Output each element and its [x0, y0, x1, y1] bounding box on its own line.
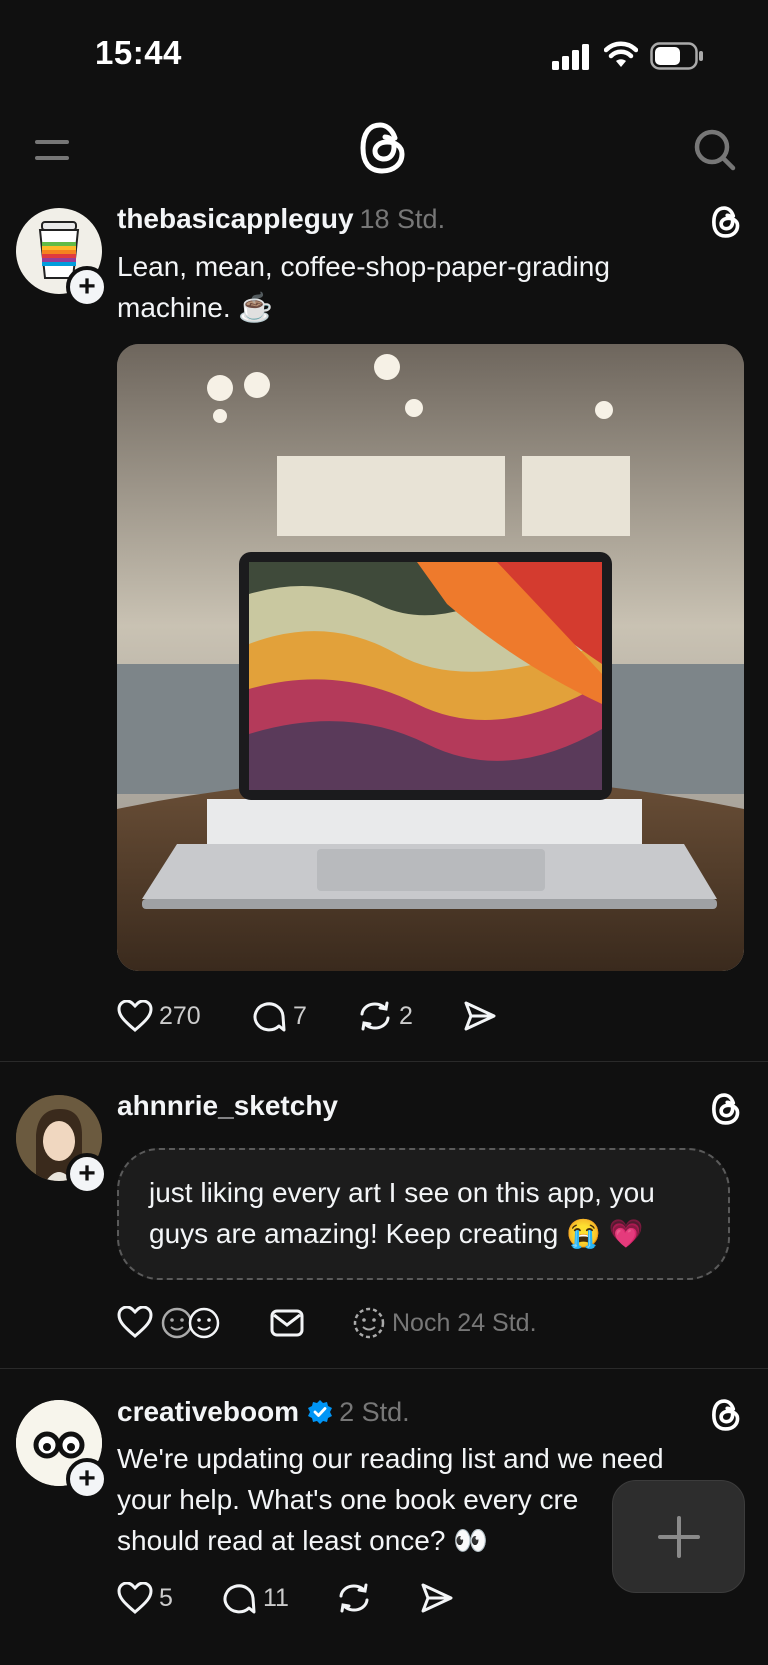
username[interactable]: ahnnrie_sketchy [117, 1090, 338, 1122]
like-button[interactable]: 270 [117, 1000, 201, 1032]
expiry-text: Noch 24 Std. [392, 1308, 537, 1337]
share-button[interactable] [420, 1582, 454, 1614]
send-icon [421, 1583, 453, 1613]
repost-button[interactable]: 2 [357, 1000, 413, 1032]
username[interactable]: creativeboom [117, 1396, 299, 1428]
avatar[interactable]: + [16, 1095, 108, 1195]
threads-icon[interactable] [710, 205, 742, 239]
repost-button[interactable] [336, 1582, 372, 1614]
comment-icon [253, 1002, 286, 1032]
post-time: 18 Std. [359, 204, 446, 234]
divider [0, 1061, 768, 1062]
verified-badge-icon [307, 1399, 333, 1425]
post-header: thebasicappleguy 18 Std. [117, 203, 445, 235]
battery-icon [650, 42, 704, 70]
compose-button[interactable] [612, 1480, 745, 1593]
note-expiry: Noch 24 Std. [352, 1306, 537, 1340]
note-bubble: just liking every art I see on this app,… [117, 1148, 730, 1280]
menu-icon[interactable] [35, 138, 69, 162]
repost-icon [360, 1001, 390, 1031]
emoji-react-icon[interactable] [160, 1306, 222, 1340]
follow-plus-icon[interactable]: + [66, 1153, 108, 1195]
username[interactable]: thebasicappleguy [117, 203, 354, 234]
like-count: 270 [159, 1001, 201, 1030]
follow-plus-icon[interactable]: + [66, 1458, 108, 1500]
post-image[interactable] [117, 344, 744, 971]
search-icon[interactable] [694, 129, 736, 171]
wifi-icon [604, 40, 638, 68]
heart-icon [117, 1000, 153, 1032]
threads-icon[interactable] [710, 1398, 742, 1432]
like-button[interactable]: 5 [117, 1582, 173, 1614]
send-icon [464, 1001, 496, 1031]
reply-count: 7 [293, 1001, 307, 1030]
post-text: Lean, mean, coffee-shop-paper-grading ma… [117, 246, 737, 328]
avatar[interactable]: + [16, 1400, 108, 1500]
repost-icon [339, 1583, 369, 1613]
like-count: 5 [159, 1583, 173, 1612]
post-text-line: Lean, mean, coffee-shop-paper-grading [117, 251, 610, 282]
repost-count: 2 [399, 1001, 413, 1030]
status-time: 15:44 [95, 34, 182, 71]
post-header: creativeboom 2 Std. [117, 1396, 410, 1428]
smiley-timer-icon [353, 1307, 385, 1339]
note-text-line: just liking every art I see on this app,… [149, 1177, 655, 1208]
threads-logo-icon[interactable] [358, 120, 408, 176]
reply-button[interactable]: 7 [253, 1000, 307, 1032]
share-button[interactable] [463, 1000, 497, 1032]
like-button[interactable] [117, 1306, 153, 1338]
heart-icon [117, 1306, 153, 1338]
post-text-line: We're updating our reading list and we n… [117, 1443, 664, 1474]
comment-icon [223, 1584, 256, 1614]
note-text-line: guys are amazing! Keep creating 😭 💗 [149, 1218, 644, 1249]
threads-icon[interactable] [710, 1092, 742, 1126]
reply-count: 11 [263, 1583, 289, 1612]
follow-plus-icon[interactable]: + [66, 266, 108, 308]
plus-icon [657, 1515, 700, 1558]
divider [0, 1368, 768, 1369]
cellular-signal-icon [552, 44, 590, 70]
post-time: 2 Std. [339, 1396, 410, 1427]
reply-button[interactable]: 11 [223, 1582, 289, 1614]
avatar[interactable]: + [16, 208, 108, 308]
post-text-line: machine. ☕ [117, 292, 274, 323]
heart-icon [117, 1582, 153, 1614]
mail-icon[interactable] [270, 1309, 304, 1337]
